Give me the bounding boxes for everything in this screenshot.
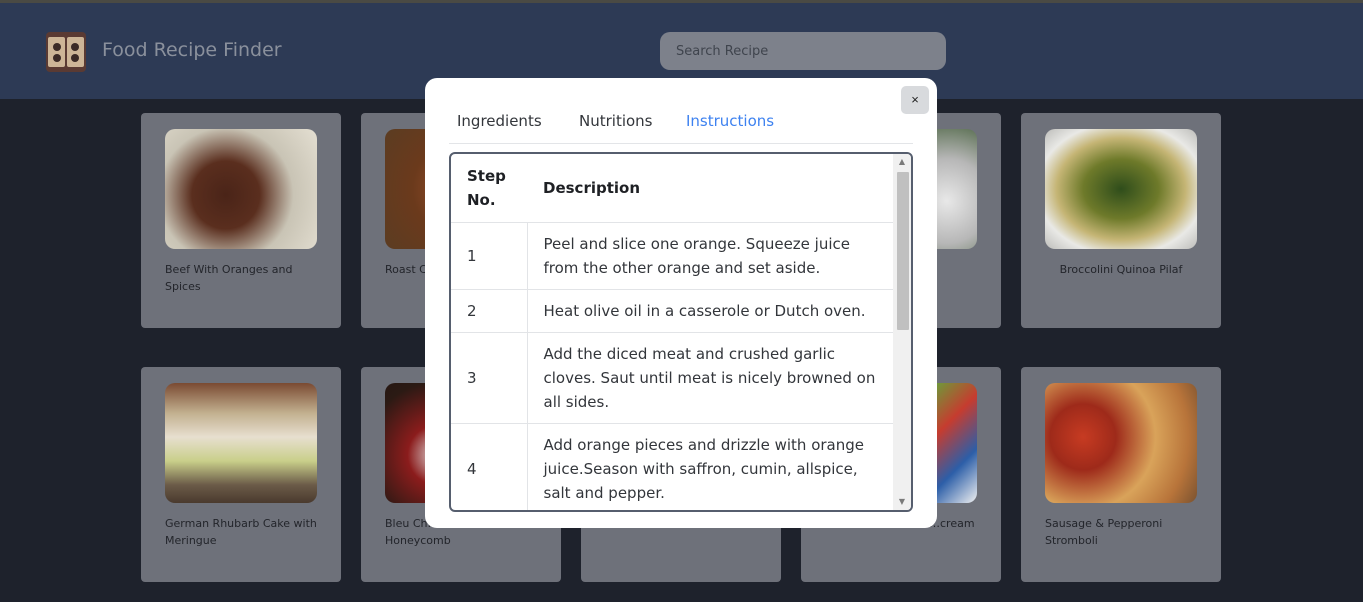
step-description: Peel and slice one orange. Squeeze juice… — [527, 222, 893, 290]
header-description: Description — [527, 154, 893, 223]
step-number: 4 — [451, 423, 528, 510]
recipe-image — [165, 383, 317, 503]
step-number: 1 — [451, 222, 528, 290]
tab-nutritions[interactable]: Nutritions — [579, 112, 653, 130]
tab-instructions[interactable]: Instructions — [686, 112, 774, 130]
modal-tabs: Ingredients Nutritions Instructions — [449, 108, 913, 144]
table-row: 2 Heat olive oil in a casserole or Dutch… — [451, 289, 893, 333]
scroll-up-arrow-icon[interactable]: ▲ — [893, 154, 911, 170]
step-number: 3 — [451, 332, 528, 424]
table-header-row: Step No. Description — [451, 154, 893, 223]
recipe-image — [1045, 383, 1197, 503]
scrollbar-thumb[interactable] — [897, 172, 909, 330]
tab-ingredients[interactable]: Ingredients — [457, 112, 542, 130]
table-row: 3 Add the diced meat and crushed garlic … — [451, 332, 893, 424]
recipe-name: German Rhubarb Cake with Meringue — [165, 517, 317, 547]
table-row: 4 Add orange pieces and drizzle with ora… — [451, 423, 893, 510]
recipe-card[interactable]: Broccolini Quinoa Pilaf — [1021, 113, 1221, 328]
instructions-table-viewport: Step No. Description 1 Peel and slice on… — [451, 154, 893, 510]
recipe-name: Beef With Oranges and Spices — [165, 263, 293, 293]
instructions-table: Step No. Description 1 Peel and slice on… — [451, 154, 893, 510]
search-input[interactable] — [660, 32, 946, 70]
recipe-card[interactable]: German Rhubarb Cake with Meringue — [141, 367, 341, 582]
recipe-image — [165, 129, 317, 249]
table-row: 1 Peel and slice one orange. Squeeze jui… — [451, 222, 893, 290]
vertical-scrollbar[interactable]: ▲ ▼ — [893, 154, 911, 510]
scroll-down-arrow-icon[interactable]: ▼ — [893, 494, 911, 510]
step-description: Add orange pieces and drizzle with orang… — [527, 423, 893, 510]
step-description: Heat olive oil in a casserole or Dutch o… — [527, 289, 893, 333]
recipe-card[interactable]: Beef With Oranges and Spices — [141, 113, 341, 328]
recipe-name: Sausage & Pepperoni Stromboli — [1045, 517, 1163, 547]
recipe-name: Broccolini Quinoa Pilaf — [1059, 263, 1183, 276]
recipe-card[interactable]: Sausage & Pepperoni Stromboli — [1021, 367, 1221, 582]
recipe-details-modal: × Ingredients Nutritions Instructions St… — [425, 78, 937, 528]
app-title: Food Recipe Finder — [102, 39, 282, 61]
instructions-table-container[interactable]: Step No. Description 1 Peel and slice on… — [449, 152, 913, 512]
recipe-image — [1045, 129, 1197, 249]
step-number: 2 — [451, 289, 528, 333]
step-description: Add the diced meat and crushed garlic cl… — [527, 332, 893, 424]
header-step-no: Step No. — [451, 154, 527, 223]
recipe-book-icon — [46, 32, 86, 72]
